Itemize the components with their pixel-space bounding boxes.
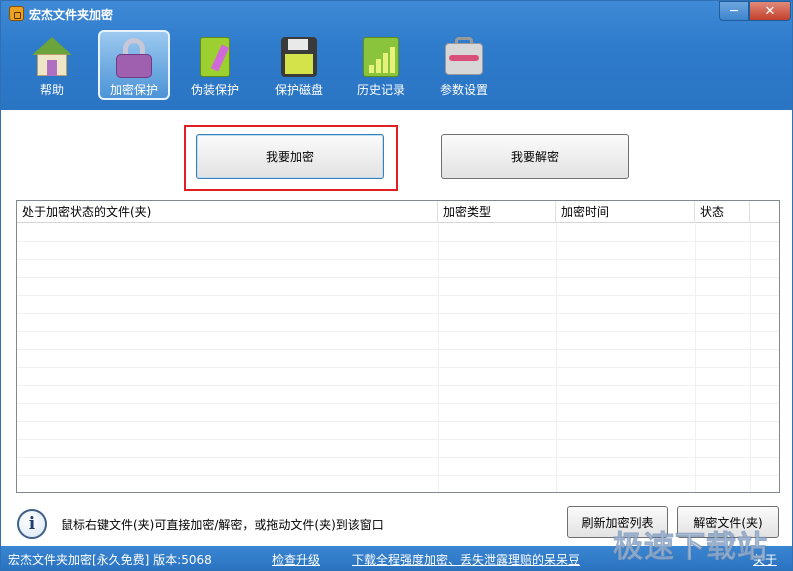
toolbox-icon [443, 37, 485, 77]
house-icon [31, 37, 73, 77]
column-divider [750, 224, 751, 492]
column-divider [556, 224, 557, 492]
column-header-type[interactable]: 加密类型 [438, 201, 556, 223]
minimize-button[interactable]: ─ [719, 1, 749, 21]
toolbar-item-label: 帮助 [39, 83, 64, 97]
header-area: 宏杰文件夹加密 ─ ✕ 帮助 加密保护 伪装保护 保护磁盘 历史记录 参数设置 [1, 1, 792, 110]
column-divider [438, 224, 439, 492]
promo-link[interactable]: 下载全程强度加密、丢失泄露理赔的呆呆豆 [352, 551, 580, 568]
history-icon [360, 37, 402, 77]
encrypted-files-table[interactable]: 处于加密状态的文件(夹) 加密类型 加密时间 状态 [16, 200, 780, 493]
check-upgrade-link[interactable]: 检查升级 [272, 551, 320, 568]
column-divider [695, 224, 696, 492]
toolbar-item-encrypt-protect[interactable]: 加密保护 [98, 30, 170, 100]
title-bar: 宏杰文件夹加密 ─ ✕ [1, 1, 792, 25]
close-button[interactable]: ✕ [749, 1, 791, 21]
toolbar-item-protect-disk[interactable]: 保护磁盘 [263, 31, 335, 101]
encrypt-button[interactable]: 我要加密 [196, 134, 384, 179]
disk-icon [278, 37, 320, 77]
content-panel: 我要加密 我要解密 处于加密状态的文件(夹) 加密类型 加密时间 状态 i 鼠标… [1, 110, 792, 546]
toolbar-item-label: 加密保护 [109, 83, 158, 97]
main-toolbar: 帮助 加密保护 伪装保护 保护磁盘 历史记录 参数设置 [1, 27, 792, 107]
window-title: 宏杰文件夹加密 [29, 8, 114, 22]
decrypt-button[interactable]: 我要解密 [441, 134, 629, 179]
toolbar-item-history[interactable]: 历史记录 [345, 31, 417, 101]
toolbar-item-help[interactable]: 帮助 [16, 31, 88, 101]
lock-icon [113, 38, 155, 78]
main-window: 宏杰文件夹加密 ─ ✕ 帮助 加密保护 伪装保护 保护磁盘 历史记录 参数设置 … [0, 0, 793, 571]
app-lock-icon [9, 6, 24, 21]
column-header-status[interactable]: 状态 [695, 201, 750, 223]
toolbar-item-settings[interactable]: 参数设置 [428, 31, 500, 101]
column-header-time[interactable]: 加密时间 [556, 201, 695, 223]
book-icon [194, 37, 236, 77]
info-icon: i [17, 509, 47, 539]
toolbar-item-label: 保护磁盘 [274, 83, 323, 97]
hint-text: 鼠标右键文件(夹)可直接加密/解密，或拖动文件(夹)到该窗口 [61, 518, 384, 532]
watermark-text: 极速下载站 [613, 530, 768, 566]
toolbar-item-label: 伪装保护 [190, 83, 239, 97]
toolbar-item-label: 历史记录 [356, 83, 405, 97]
column-header-files[interactable]: 处于加密状态的文件(夹) [17, 201, 438, 223]
column-header-blank [750, 201, 779, 223]
toolbar-item-label: 参数设置 [439, 83, 488, 97]
table-body [17, 224, 779, 492]
toolbar-item-disguise-protect[interactable]: 伪装保护 [179, 31, 251, 101]
table-header: 处于加密状态的文件(夹) 加密类型 加密时间 状态 [17, 201, 779, 223]
app-version-text: 宏杰文件夹加密[永久免费] 版本:5068 [8, 553, 212, 567]
